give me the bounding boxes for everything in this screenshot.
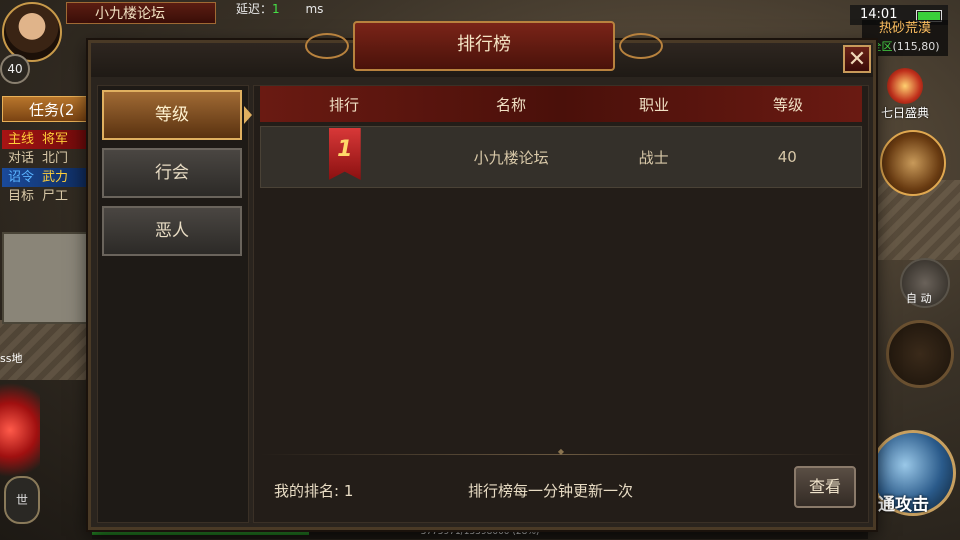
quest-text: 北门 (42, 151, 69, 166)
quest-text: 尸工 (42, 189, 69, 204)
class-cell: 战士 (638, 148, 669, 167)
update-notice: 排行榜每一分钟更新一次 (468, 482, 634, 500)
skill-slot[interactable] (886, 320, 954, 388)
col-level: 等级 (772, 95, 803, 114)
col-rank: 排行 (328, 95, 359, 114)
spell-effect (0, 370, 40, 490)
map-name: 热砂荒漠 (878, 21, 931, 36)
tab-villain[interactable]: 恶人 (102, 206, 242, 256)
my-rank-value: 1 (343, 482, 354, 500)
voice-chat-button[interactable]: 世 (4, 476, 40, 524)
latency-unit: ms (305, 2, 324, 16)
rank-cell: 1 (261, 128, 428, 180)
latency-label: 延迟： (236, 2, 273, 16)
quest-row[interactable]: 目标 尸工 (2, 187, 92, 206)
quest-tag: 目标 (8, 189, 35, 204)
latency-readout: 延迟：1 ms (236, 0, 323, 17)
player-avatar[interactable] (2, 2, 62, 62)
my-rank-label: 我的排名: (274, 482, 340, 500)
quest-text: 将军 (42, 132, 69, 147)
latency-value: 1 (272, 2, 280, 16)
player-level-badge: 40 (0, 54, 30, 84)
coords: (115,80) (892, 40, 940, 53)
close-button[interactable]: ✕ (843, 45, 871, 73)
view-button[interactable]: 查看 (794, 466, 856, 508)
category-nav: 等级 行会 恶人 (97, 85, 252, 523)
event-gem-icon (887, 68, 923, 104)
divider (260, 454, 862, 455)
tab-level[interactable]: 等级 (102, 90, 252, 140)
quest-tag: 主线 (8, 132, 35, 147)
col-name: 名称 (495, 95, 526, 114)
quest-tab[interactable]: 任务(2 (2, 96, 94, 122)
boss-label: ss地 (0, 352, 23, 365)
name-cell: 小九楼论坛 (473, 148, 549, 167)
auto-fight-label: 自 动 (906, 292, 932, 305)
quest-tag: 对话 (8, 151, 35, 166)
wings-icon[interactable] (880, 130, 946, 196)
rank-ribbon-icon: 1 (328, 128, 361, 180)
level-cell: 40 (777, 148, 797, 166)
leaderboard-dialog: 排行榜 ✕ 等级 行会 恶人 排行 名称 职业 等级 1 小九楼论坛 战士 40… (88, 21, 876, 530)
dialog-title: 排行榜 (305, 21, 663, 71)
table-header: 排行 名称 职业 等级 (260, 86, 862, 122)
player-name: 小九楼论坛 (66, 2, 216, 24)
quest-list[interactable]: 主线 将军 对话 北门 诏令 武力 目标 尸工 (2, 130, 92, 206)
my-rank: 我的排名: 1 (274, 480, 353, 501)
event-label: 七日盛典 (880, 106, 929, 120)
minimap[interactable] (2, 232, 94, 324)
quest-text: 武力 (42, 170, 69, 185)
table-row[interactable]: 1 小九楼论坛 战士 40 (260, 126, 862, 188)
attack-label: 通攻击 (878, 495, 929, 515)
ranking-panel: 排行 名称 职业 等级 1 小九楼论坛 战士 40 我的排名: 1 排行榜每一分… (253, 85, 869, 523)
quest-row[interactable]: 主线 将军 (2, 130, 92, 149)
quest-row[interactable]: 对话 北门 (2, 149, 92, 168)
seven-day-event-button[interactable]: 七日盛典 (877, 68, 933, 124)
col-class: 职业 (638, 95, 669, 114)
quest-tag: 诏令 (8, 170, 35, 185)
quest-row[interactable]: 诏令 武力 (2, 168, 92, 187)
tab-guild[interactable]: 行会 (102, 148, 242, 198)
